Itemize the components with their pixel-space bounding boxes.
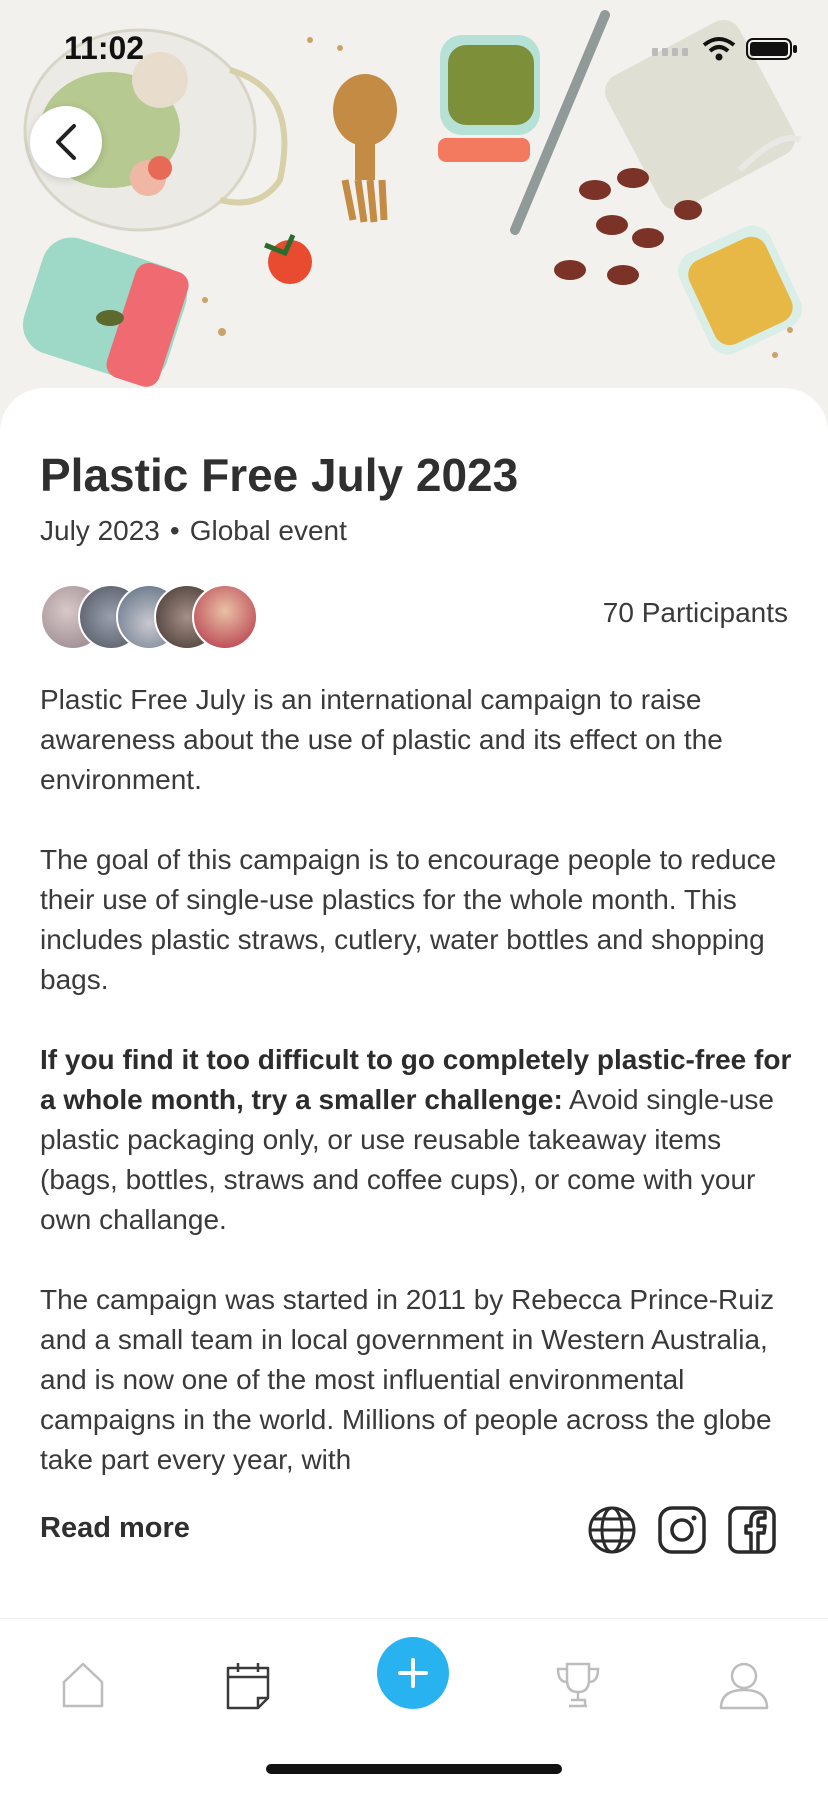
participants-count[interactable]: 70 Participants bbox=[603, 597, 788, 629]
event-meta: July 2023 • Global event bbox=[40, 515, 347, 547]
home-indicator bbox=[266, 1764, 562, 1774]
chevron-left-icon bbox=[56, 124, 76, 160]
event-description: Plastic Free July is an international ca… bbox=[40, 680, 792, 1475]
jar-illustration bbox=[22, 237, 189, 387]
description-paragraph: The campaign was started in 2011 by Rebe… bbox=[40, 1284, 775, 1475]
event-title: Plastic Free July 2023 bbox=[40, 449, 519, 501]
instagram-icon bbox=[658, 1506, 706, 1554]
instagram-link[interactable] bbox=[656, 1504, 708, 1556]
globe-icon bbox=[588, 1506, 636, 1554]
tab-calendar[interactable] bbox=[208, 1645, 288, 1725]
tab-home[interactable] bbox=[43, 1645, 123, 1725]
facebook-icon bbox=[728, 1506, 776, 1554]
signal-icon bbox=[652, 48, 688, 56]
facebook-link[interactable] bbox=[726, 1504, 778, 1556]
read-more-link[interactable]: Read more bbox=[40, 1512, 190, 1545]
trophy-icon bbox=[556, 1662, 600, 1708]
profile-icon bbox=[719, 1662, 769, 1710]
event-scope: Global event bbox=[189, 515, 347, 546]
calendar-icon bbox=[226, 1663, 270, 1710]
back-button[interactable] bbox=[30, 106, 102, 178]
home-icon bbox=[62, 1662, 104, 1708]
website-link[interactable] bbox=[586, 1504, 638, 1556]
meta-separator: • bbox=[169, 515, 180, 546]
seed-jar-illustration bbox=[438, 35, 540, 162]
battery-icon bbox=[746, 38, 797, 60]
avatar bbox=[192, 584, 258, 650]
plus-icon bbox=[398, 1658, 428, 1688]
status-time: 11:02 bbox=[64, 30, 145, 66]
wooden-spork-illustration bbox=[333, 74, 397, 223]
add-button[interactable] bbox=[377, 1637, 449, 1709]
social-links bbox=[586, 1504, 778, 1556]
participant-avatars[interactable] bbox=[40, 584, 270, 650]
tab-profile[interactable] bbox=[704, 1645, 784, 1725]
description-paragraph: The goal of this campaign is to encourag… bbox=[40, 844, 777, 995]
description-paragraph: If you find it too difficult to go compl… bbox=[40, 1040, 792, 1240]
grain-jar-illustration bbox=[678, 225, 802, 355]
tab-challenges[interactable] bbox=[538, 1645, 618, 1725]
status-icons bbox=[652, 36, 798, 62]
description-paragraph: Plastic Free July is an international ca… bbox=[40, 684, 723, 795]
event-date: July 2023 bbox=[40, 515, 160, 546]
wifi-icon bbox=[702, 37, 736, 61]
